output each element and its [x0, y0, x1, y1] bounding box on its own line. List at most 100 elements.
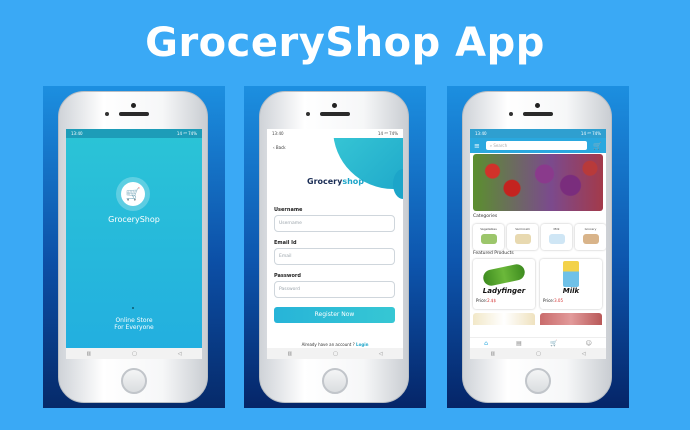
- password-label: Password: [274, 273, 301, 279]
- product-card[interactable]: Ladyfinger Price:2.$$: [473, 259, 535, 309]
- nav-back-icon[interactable]: ◁: [582, 351, 586, 357]
- login-prompt: Already have an account ? Login: [267, 342, 403, 347]
- product-name: Ladyfinger: [482, 287, 526, 295]
- page-headline: GroceryShop App: [145, 20, 545, 66]
- android-nav-bar: ▥ ▢ ◁: [470, 348, 606, 359]
- brand-logo: Groceryshop: [307, 177, 364, 186]
- speaker-grille: [320, 112, 350, 116]
- register-button[interactable]: Register Now: [274, 307, 395, 323]
- price-label: Price:: [543, 298, 555, 303]
- category-card[interactable]: Vegetables: [473, 224, 504, 250]
- nav-home-icon[interactable]: ▢: [132, 351, 137, 357]
- chat-icon[interactable]: ▤: [516, 340, 522, 347]
- brand-part-1: Grocery: [307, 177, 343, 186]
- speaker-grille: [119, 112, 149, 116]
- category-thumbnail: [480, 234, 497, 244]
- product-card-partial[interactable]: [540, 313, 602, 325]
- app-name: GroceryShop: [108, 215, 160, 224]
- category-thumbnail: [582, 234, 599, 244]
- sensor-dot: [509, 112, 513, 116]
- category-label: Vermicelli: [515, 227, 530, 231]
- search-placeholder: Search: [493, 143, 508, 148]
- product-card-partial[interactable]: [473, 313, 535, 325]
- category-label: Milk: [553, 227, 560, 231]
- category-card[interactable]: Vermicelli: [507, 224, 538, 250]
- nav-menu-icon[interactable]: ▥: [287, 351, 292, 357]
- speaker-grille: [523, 112, 553, 116]
- nav-back-icon[interactable]: ◁: [178, 351, 182, 357]
- password-field[interactable]: Password: [274, 281, 395, 298]
- phone-frame: 13:40 14 ⁴ᴳ 74% 🛒 GroceryShop Online Sto…: [58, 91, 208, 403]
- price-value: 3.05: [554, 298, 564, 303]
- phone-frame: 13:40 14 ⁴ᴳ 74% ≡ ⌕ Search 🛒 Categories …: [462, 91, 612, 403]
- username-field[interactable]: Username: [274, 215, 395, 232]
- status-time: 13:40: [71, 131, 83, 136]
- cart-icon[interactable]: 🛒: [593, 142, 602, 150]
- email-field[interactable]: Email: [274, 248, 395, 265]
- status-bar: 13:40 14 ⁴ᴳ 74%: [267, 129, 403, 138]
- nav-menu-icon[interactable]: ▥: [490, 351, 495, 357]
- product-price: Price:2.$$: [476, 298, 496, 303]
- decorative-wave-tail: [393, 169, 403, 199]
- cart-icon[interactable]: 🛒: [550, 340, 557, 347]
- nav-menu-icon[interactable]: ▥: [86, 351, 91, 357]
- sensor-dot: [306, 112, 310, 116]
- nav-home-icon[interactable]: ▢: [536, 351, 541, 357]
- category-thumbnail: [514, 234, 531, 244]
- cart-icon: 🛒: [121, 182, 145, 206]
- status-bar: 13:40 14 ⁴ᴳ 74%: [470, 129, 606, 138]
- username-label: Username: [274, 207, 303, 213]
- home-icon[interactable]: ⌂: [484, 340, 488, 347]
- category-list: Vegetables Vermicelli Milk Grocery: [473, 224, 606, 250]
- category-card[interactable]: Milk: [541, 224, 572, 250]
- featured-title: Featured Products: [473, 251, 514, 256]
- email-label: Email Id: [274, 240, 297, 246]
- home-screen: 13:40 14 ⁴ᴳ 74% ≡ ⌕ Search 🛒 Categories …: [470, 129, 606, 359]
- home-button: [322, 368, 348, 394]
- category-label: Grocery: [584, 227, 597, 231]
- back-label: Back: [275, 145, 286, 150]
- product-price: Price:3.05: [543, 298, 563, 303]
- camera-dot: [535, 103, 540, 108]
- sensor-dot: [105, 112, 109, 116]
- already-text: Already have an account ?: [301, 342, 355, 347]
- register-screen: 13:40 14 ⁴ᴳ 74% ‹ Back Groceryshop Usern…: [267, 129, 403, 359]
- register-panel: 13:40 14 ⁴ᴳ 74% ‹ Back Groceryshop Usern…: [244, 86, 426, 408]
- promo-banner-image[interactable]: [473, 154, 603, 211]
- camera-dot: [131, 103, 136, 108]
- product-name: Milk: [562, 287, 580, 295]
- nav-home-icon[interactable]: ▢: [333, 351, 338, 357]
- hamburger-menu-icon[interactable]: ≡: [474, 142, 480, 150]
- app-logo: 🛒: [116, 177, 150, 211]
- search-input[interactable]: ⌕ Search: [485, 141, 588, 150]
- android-nav-bar: ▥ ▢ ◁: [66, 348, 202, 359]
- home-panel: 13:40 14 ⁴ᴳ 74% ≡ ⌕ Search 🛒 Categories …: [447, 86, 629, 408]
- home-button: [121, 368, 147, 394]
- brand-part-2: shop: [342, 177, 365, 186]
- android-nav-bar: ▥ ▢ ◁: [267, 348, 403, 359]
- category-thumbnail: [548, 234, 565, 244]
- product-card[interactable]: Milk Price:3.05: [540, 259, 602, 309]
- login-link[interactable]: Login: [356, 342, 368, 347]
- splash-panel: 13:40 14 ⁴ᴳ 74% 🛒 GroceryShop Online Sto…: [43, 86, 225, 408]
- product-image: [481, 262, 527, 288]
- status-bar: 13:40 14 ⁴ᴳ 74%: [66, 129, 202, 138]
- product-image: [563, 261, 579, 287]
- price-label: Price:: [476, 298, 488, 303]
- status-indicators: 14 ⁴ᴳ 74%: [377, 131, 398, 136]
- camera-dot: [332, 103, 337, 108]
- phone-frame: 13:40 14 ⁴ᴳ 74% ‹ Back Groceryshop Usern…: [259, 91, 409, 403]
- loading-dot: [132, 307, 134, 309]
- tagline-line-1: Online Store: [115, 317, 153, 324]
- profile-icon[interactable]: ☺: [586, 340, 592, 347]
- status-indicators: 14 ⁴ᴳ 74%: [580, 131, 601, 136]
- categories-title: Categories: [473, 214, 498, 219]
- status-time: 13:40: [272, 131, 284, 136]
- category-card[interactable]: Grocery: [575, 224, 606, 250]
- tagline: Online Store For Everyone: [66, 317, 202, 331]
- nav-back-icon[interactable]: ◁: [379, 351, 383, 357]
- category-label: Vegetables: [480, 227, 497, 231]
- splash-screen: 13:40 14 ⁴ᴳ 74% 🛒 GroceryShop Online Sto…: [66, 129, 202, 359]
- back-button[interactable]: ‹ Back: [273, 145, 286, 150]
- status-time: 13:40: [475, 131, 487, 136]
